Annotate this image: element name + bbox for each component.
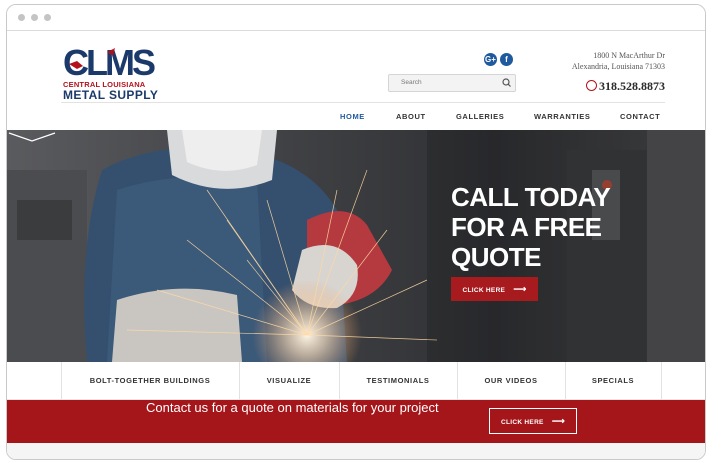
window-minimize-dot[interactable] [31, 14, 38, 21]
facebook-icon[interactable]: f [500, 53, 513, 66]
address-line-1: 1800 N MacArthur Dr [593, 51, 665, 60]
page-footer-strip [7, 443, 705, 459]
phone-icon [586, 80, 597, 91]
nav-about[interactable]: ABOUT [396, 112, 426, 121]
subnav-specials[interactable]: SPECIALS [565, 362, 661, 400]
banner-click-here-button[interactable]: CLICK HERE ⟶ [489, 408, 577, 434]
subnav-bolt-together-buildings[interactable]: BOLT-TOGETHER BUILDINGS [61, 362, 239, 400]
banner-button-label: CLICK HERE [500, 419, 544, 426]
contact-banner-text: Contact us for a quote on materials for … [146, 400, 439, 415]
svg-text:CLMS: CLMS [63, 44, 155, 78]
subnav-visualize[interactable]: VISUALIZE [239, 362, 339, 400]
hero-headline-line: CALL TODAY [451, 182, 611, 212]
hero-headline-line: QUOTE [451, 242, 541, 272]
subnav-our-videos[interactable]: OUR VIDEOS [457, 362, 565, 400]
search-icon[interactable] [500, 76, 514, 90]
subnav-divider [661, 362, 662, 400]
arrow-right-icon: ⟶ [513, 284, 527, 294]
header-divider [61, 102, 665, 103]
clms-logo-mark: CLMS [63, 44, 158, 78]
secondary-nav: BOLT-TOGETHER BUILDINGS VISUALIZE TESTIM… [7, 362, 705, 400]
logo-line-2: METAL SUPPLY [63, 88, 159, 102]
website: CLMS CENTRAL LOUISIANA METAL SUPPLY G+ f… [7, 32, 705, 459]
hero-banner: CALL TODAY FOR A FREE QUOTE CLICK HERE ⟶ [7, 130, 705, 362]
hero-button-label: CLICK HERE [462, 287, 506, 294]
window-maximize-dot[interactable] [44, 14, 51, 21]
hero-click-here-button[interactable]: CLICK HERE ⟶ [451, 277, 538, 301]
window-close-dot[interactable] [18, 14, 25, 21]
phone-text: 318.528.8873 [599, 79, 665, 93]
address-line-2: Alexandria, Louisiana 71303 [571, 62, 665, 71]
hero-headline-line: FOR A FREE [451, 212, 602, 242]
search-input[interactable]: Search [388, 74, 516, 92]
window-titlebar [7, 5, 705, 31]
nav-home[interactable]: HOME [340, 112, 365, 121]
nav-contact[interactable]: CONTACT [620, 112, 660, 121]
phone-number[interactable]: 318.528.8873 [586, 79, 665, 94]
hero-headline: CALL TODAY FOR A FREE QUOTE [451, 182, 651, 272]
contact-banner: Contact us for a quote on materials for … [7, 400, 705, 443]
arrow-right-icon: ⟶ [551, 416, 566, 426]
scroll-down-chevron-icon[interactable] [7, 130, 57, 144]
site-logo[interactable]: CLMS CENTRAL LOUISIANA METAL SUPPLY [61, 44, 171, 102]
google-plus-icon[interactable]: G+ [484, 53, 497, 66]
nav-galleries[interactable]: GALLERIES [456, 112, 504, 121]
subnav-testimonials[interactable]: TESTIMONIALS [339, 362, 457, 400]
nav-warranties[interactable]: WARRANTIES [534, 112, 590, 121]
browser-window: CLMS CENTRAL LOUISIANA METAL SUPPLY G+ f… [6, 4, 706, 460]
